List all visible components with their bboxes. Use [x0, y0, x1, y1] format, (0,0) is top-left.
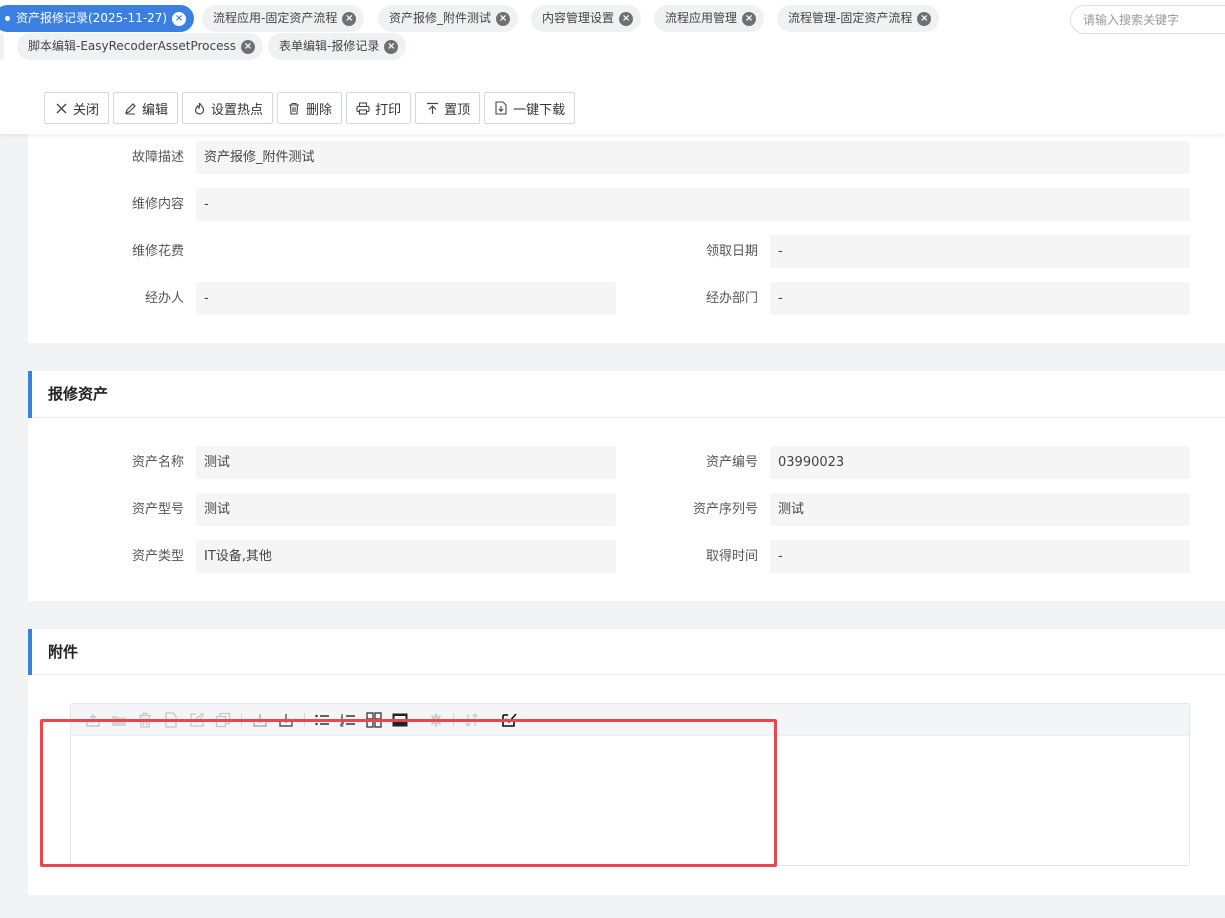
handler-value: - — [196, 282, 616, 315]
asset-name-label: 资产名称 — [131, 455, 184, 470]
top-bar: 资产报修记录(2025-11-27) × 流程应用-固定资产流程 × 资产报修_… — [0, 0, 1225, 134]
toolbar-separator — [241, 713, 242, 727]
close-tab-icon[interactable]: × — [917, 11, 932, 26]
asset-serial-value: 测试 — [770, 493, 1190, 526]
pencil-icon — [123, 101, 137, 115]
tab-form-edit-repair-record[interactable]: 表单编辑-报修记录 × — [268, 33, 407, 60]
search-input[interactable] — [1070, 5, 1225, 34]
repair-content-value: - — [196, 188, 1190, 221]
handling-dept-value: - — [770, 282, 1190, 315]
close-tab-icon[interactable]: × — [241, 39, 255, 54]
tab-label: 流程管理-固定资产流程 — [788, 11, 913, 25]
tab-asset-repair-attachment-test[interactable]: 资产报修_附件测试 × — [378, 5, 519, 32]
arrow-to-top-icon — [425, 101, 439, 115]
folder-icon[interactable] — [110, 711, 128, 729]
receive-date-value: - — [770, 235, 1190, 268]
close-icon — [54, 101, 68, 115]
close-tab-icon[interactable]: × — [496, 11, 511, 26]
asset-model-label: 资产型号 — [131, 502, 184, 517]
attachment-toolbar — [71, 704, 1189, 736]
active-dot-icon — [5, 16, 10, 21]
close-button[interactable]: 关闭 — [44, 92, 110, 124]
upload-icon[interactable] — [84, 711, 102, 729]
file-download-icon — [494, 101, 508, 115]
copy-icon[interactable] — [214, 711, 232, 729]
acquire-time-label: 取得时间 — [705, 549, 758, 564]
close-tab-icon[interactable]: × — [619, 11, 634, 26]
close-tab-icon[interactable]: × — [384, 39, 399, 54]
asset-model-value: 测试 — [196, 493, 616, 526]
delete-button-label: 删除 — [306, 102, 333, 118]
asset-type-value: IT设备,其他 — [196, 540, 616, 573]
one-click-download-button[interactable]: 一键下载 — [484, 92, 576, 124]
asset-type-label: 资产类型 — [131, 549, 184, 564]
handler-label: 经办人 — [144, 291, 184, 306]
repair-content-label: 维修内容 — [131, 197, 184, 212]
section-accent-bar — [28, 629, 32, 675]
settings-icon[interactable] — [427, 711, 445, 729]
toolbar-separator — [304, 713, 305, 727]
attachment-section-title: 附件 — [48, 643, 79, 661]
tab-overflow-edge — [0, 33, 4, 60]
receive-date-label: 领取日期 — [705, 244, 758, 259]
tab-process-app-fixed-asset[interactable]: 流程应用-固定资产流程 × — [202, 5, 365, 32]
print-button-label: 打印 — [375, 102, 402, 118]
pin-top-button[interactable]: 置顶 — [415, 92, 481, 124]
trash-icon — [287, 101, 301, 115]
edit-external-icon[interactable] — [188, 711, 206, 729]
numbered-list-icon[interactable] — [339, 711, 357, 729]
close-tab-icon[interactable]: × — [742, 11, 757, 26]
download-icon[interactable] — [251, 711, 269, 729]
tab-label: 内容管理设置 — [542, 11, 615, 25]
delete-button[interactable]: 删除 — [277, 92, 343, 124]
select-icon[interactable] — [500, 711, 518, 729]
flame-icon — [192, 101, 206, 115]
print-button[interactable]: 打印 — [346, 92, 412, 124]
fault-description-label: 故障描述 — [131, 150, 184, 165]
set-hotspot-button[interactable]: 设置热点 — [182, 92, 274, 124]
tab-label: 资产报修_附件测试 — [389, 11, 492, 25]
attachment-box — [70, 703, 1190, 866]
toolbar-separator — [453, 713, 454, 727]
close-tab-icon[interactable]: × — [342, 11, 357, 26]
grid-icon[interactable] — [365, 711, 383, 729]
trash-icon[interactable] — [136, 711, 154, 729]
edit-button[interactable]: 编辑 — [113, 92, 179, 124]
action-toolbar: 关闭 编辑 设置热点 删除 打印 置顶 一键下载 — [44, 92, 576, 124]
download-all-icon[interactable] — [277, 711, 295, 729]
section-accent-bar — [28, 371, 32, 418]
close-tab-icon[interactable]: × — [172, 11, 187, 26]
repair-asset-section-header: 报修资产 — [28, 371, 1225, 418]
edit-button-label: 编辑 — [142, 102, 169, 118]
set-hotspot-button-label: 设置热点 — [211, 102, 264, 118]
repair-asset-section-title: 报修资产 — [48, 385, 109, 403]
repair-cost-label: 维修花费 — [131, 244, 184, 259]
sort-icon[interactable] — [463, 711, 481, 729]
asset-serial-label: 资产序列号 — [692, 502, 758, 517]
printer-icon — [356, 101, 370, 115]
tab-label: 脚本编辑-EasyRecoderAssetProcess — [28, 39, 236, 53]
acquire-time-value: - — [770, 540, 1190, 573]
list-icon[interactable] — [313, 711, 331, 729]
attachment-section-header: 附件 — [28, 629, 1225, 675]
fault-description-value: 资产报修_附件测试 — [196, 141, 1190, 174]
handling-dept-label: 经办部门 — [705, 291, 758, 306]
file-icon[interactable] — [162, 711, 180, 729]
asset-code-value: 03990023 — [770, 446, 1190, 479]
tab-label: 流程应用-固定资产流程 — [213, 11, 338, 25]
tab-asset-repair-record[interactable]: 资产报修记录(2025-11-27) × — [0, 5, 195, 32]
tab-label: 表单编辑-报修记录 — [279, 39, 380, 53]
tab-label: 资产报修记录(2025-11-27) — [16, 11, 168, 25]
tab-content-management-settings[interactable]: 内容管理设置 × — [531, 5, 642, 32]
pin-top-button-label: 置顶 — [444, 102, 471, 118]
tab-script-edit[interactable]: 脚本编辑-EasyRecoderAssetProcess × — [17, 33, 263, 60]
tab-process-app-management[interactable]: 流程应用管理 × — [654, 5, 765, 32]
asset-name-value: 测试 — [196, 446, 616, 479]
tab-label: 流程应用管理 — [665, 11, 738, 25]
tab-process-management-fixed-asset[interactable]: 流程管理-固定资产流程 × — [777, 5, 940, 32]
image-view-icon[interactable] — [391, 711, 409, 729]
one-click-download-button-label: 一键下载 — [513, 102, 566, 118]
close-button-label: 关闭 — [73, 102, 100, 118]
asset-code-label: 资产编号 — [705, 455, 758, 470]
